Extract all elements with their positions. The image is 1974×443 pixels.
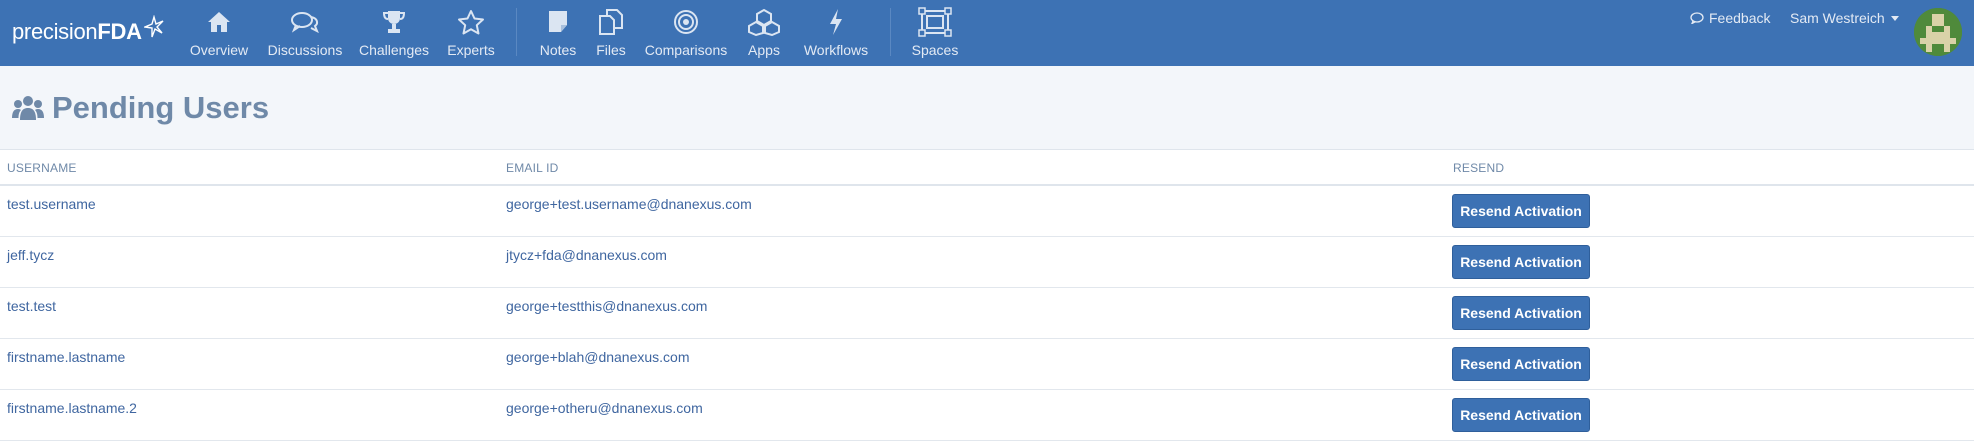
nav-apps[interactable]: Apps: [742, 0, 786, 66]
note-icon: [549, 11, 567, 32]
nav-label: Overview: [189, 42, 249, 58]
nav-divider: [516, 8, 517, 56]
resend-activation-button[interactable]: Resend Activation: [1452, 398, 1590, 432]
avatar[interactable]: [1914, 8, 1962, 56]
nav-label: Apps: [748, 42, 780, 58]
resend-activation-button[interactable]: Resend Activation: [1452, 347, 1590, 381]
feedback-link[interactable]: Feedback: [1690, 10, 1770, 26]
email-link[interactable]: george+test.username@dnanexus.com: [506, 196, 752, 212]
brand-bold: FDA: [97, 19, 142, 44]
resend-activation-button[interactable]: Resend Activation: [1452, 245, 1590, 279]
pixel-avatar-icon: [1914, 8, 1962, 56]
nav-notes[interactable]: Notes: [532, 0, 584, 66]
nav-divider: [890, 8, 891, 56]
username-link[interactable]: firstname.lastname: [7, 349, 125, 365]
nav-label: Workflows: [803, 42, 869, 58]
precisionfda-logo[interactable]: precision FDA: [12, 12, 164, 52]
top-navbar: precision FDA Overview Discussions Challe…: [0, 0, 1974, 66]
caret-down-icon: [1890, 15, 1899, 21]
spaces-icon: [918, 7, 952, 37]
files-icon: [599, 9, 623, 35]
table-row: firstname.lastname.2 george+otheru@dnane…: [0, 390, 1974, 441]
cubes-icon: [748, 8, 780, 36]
username-link[interactable]: firstname.lastname.2: [7, 400, 137, 416]
page-title: Pending Users: [52, 90, 270, 125]
nav-discussions[interactable]: Discussions: [266, 0, 344, 66]
target-icon: [674, 10, 698, 34]
nav-label: Experts: [447, 42, 495, 58]
nav-experts[interactable]: Experts: [442, 0, 500, 66]
page-header: Pending Users: [0, 66, 1974, 150]
resend-activation-button[interactable]: Resend Activation: [1452, 194, 1590, 228]
column-header-resend[interactable]: RESEND: [1453, 161, 1504, 175]
nav-label: Challenges: [358, 42, 430, 58]
chat-bubbles-icon: [291, 12, 319, 34]
user-menu-dropdown[interactable]: Sam Westreich: [1790, 10, 1899, 26]
star-icon: [458, 10, 484, 35]
nav-workflows[interactable]: Workflows: [796, 0, 876, 66]
logo-sparkle-icon: [143, 15, 164, 38]
feedback-label: Feedback: [1709, 10, 1771, 26]
user-name: Sam Westreich: [1790, 10, 1885, 26]
email-link[interactable]: george+testthis@dnanexus.com: [506, 298, 707, 314]
column-header-username[interactable]: USERNAME: [7, 161, 77, 175]
username-link[interactable]: test.username: [7, 196, 96, 212]
nav-files[interactable]: Files: [590, 0, 632, 66]
trophy-icon: [382, 11, 406, 33]
nav-label: Notes: [539, 42, 577, 58]
table-row: test.username george+test.username@dnane…: [0, 186, 1974, 237]
brand-light: precision: [12, 19, 98, 44]
table-row: jeff.tycz jtycz+fda@dnanexus.com Resend …: [0, 237, 1974, 288]
home-icon: [208, 12, 230, 32]
nav-label: Files: [596, 42, 626, 58]
username-link[interactable]: jeff.tycz: [7, 247, 54, 263]
table-row: test.test george+testthis@dnanexus.com R…: [0, 288, 1974, 339]
column-header-email[interactable]: EMAIL ID: [506, 161, 559, 175]
nav-overview[interactable]: Overview: [186, 0, 252, 66]
email-link[interactable]: george+otheru@dnanexus.com: [506, 400, 703, 416]
nav-label: Discussions: [267, 42, 343, 58]
nav-spaces[interactable]: Spaces: [906, 0, 964, 66]
nav-comparisons[interactable]: Comparisons: [640, 0, 732, 66]
table-header-row: USERNAME EMAIL ID RESEND: [0, 150, 1974, 186]
nav-label: Comparisons: [644, 42, 728, 58]
email-link[interactable]: jtycz+fda@dnanexus.com: [506, 247, 667, 263]
table-row: firstname.lastname george+blah@dnanexus.…: [0, 339, 1974, 390]
email-link[interactable]: george+blah@dnanexus.com: [506, 349, 690, 365]
comment-icon: [1690, 12, 1704, 24]
lightning-bolt-icon: [830, 9, 842, 35]
nav-label: Spaces: [911, 42, 959, 58]
pending-users-table: USERNAME EMAIL ID RESEND test.username g…: [0, 150, 1974, 441]
nav-challenges[interactable]: Challenges: [356, 0, 432, 66]
users-group-icon: [12, 96, 44, 120]
username-link[interactable]: test.test: [7, 298, 56, 314]
resend-activation-button[interactable]: Resend Activation: [1452, 296, 1590, 330]
